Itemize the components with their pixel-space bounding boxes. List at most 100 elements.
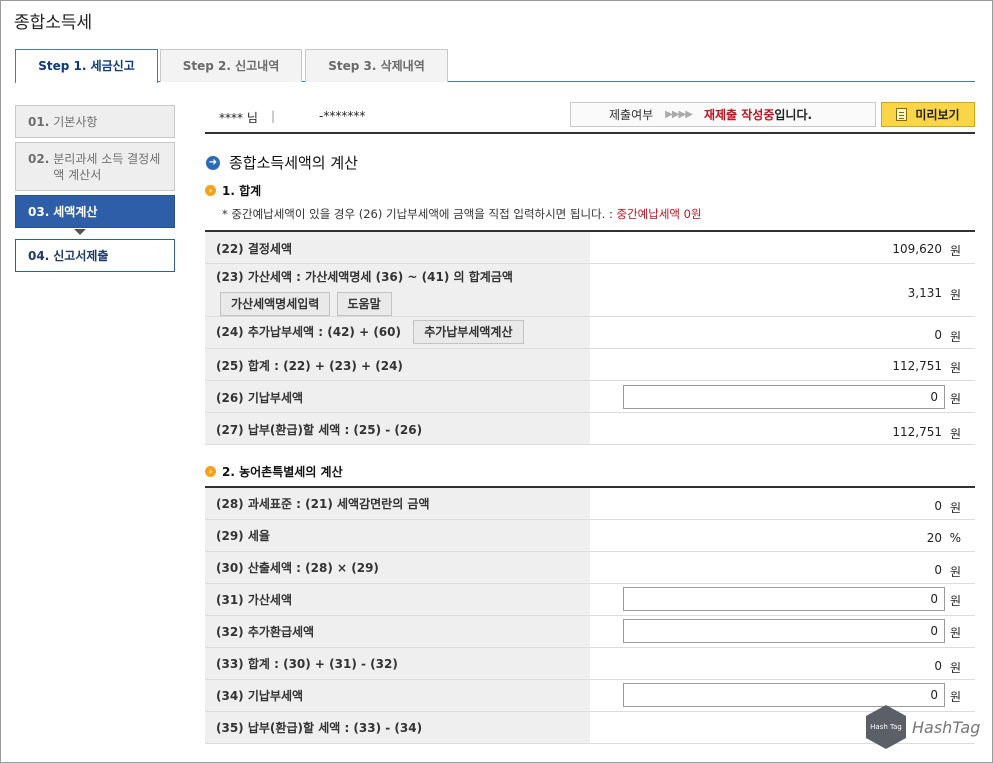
document-icon	[896, 108, 908, 121]
row-label-cell: (24) 추가납부세액 : (42) + (60) 추가납부세액계산	[205, 317, 590, 348]
user-id: -*******	[319, 109, 366, 123]
row-value-cell: 원	[590, 584, 975, 615]
row-value-cell: 20 %	[590, 520, 975, 551]
page-title: 종합소득세	[14, 13, 93, 33]
table-row: (28) 과세표준 : (21) 세액감면란의 금액 0 원	[205, 488, 975, 520]
row-value: 112,751	[892, 425, 942, 439]
row-value-cell: 109,620 원	[590, 232, 975, 263]
table-row: (25) 합계 : (22) + (23) + (24) 112,751 원	[205, 349, 975, 381]
row-value-cell: 3,131 원	[590, 264, 975, 316]
status-value: 재제출 작성중	[703, 108, 775, 122]
interim-tax-note: * 중간예납세액이 있을 경우 (26) 기납부세액에 금액을 직접 입력하시면…	[222, 206, 702, 222]
row-label: (35) 납부(환급)할 세액 : (33) - (34)	[205, 712, 590, 743]
row-unit: 원	[949, 501, 961, 515]
subsection-title-2: › 2. 농어촌특별세의 계산	[205, 463, 343, 480]
row-label: (33) 합계 : (30) + (31) - (32)	[205, 648, 590, 679]
row-label: (27) 납부(환급)할 세액 : (25) - (26)	[205, 413, 590, 444]
preview-button[interactable]: 미리보기	[881, 102, 975, 127]
sidebar-item-label: 세액계산	[53, 205, 98, 219]
row-label: (25) 합계 : (22) + (23) + (24)	[205, 349, 590, 380]
row-label-cell: (23) 가산세액 : 가산세액명세 (36) ~ (41) 의 합계금액 가산…	[205, 264, 590, 316]
watermark: Hash Tag HashTag	[866, 705, 980, 749]
hashtag-logo-icon: Hash Tag	[866, 705, 906, 749]
row-unit: 원	[949, 392, 961, 406]
sidebar-item-num: 01.	[28, 114, 50, 129]
row-value: 3,131	[907, 286, 942, 300]
sidebar-item-label: 기본사항	[53, 115, 98, 129]
row-unit: 원	[949, 626, 961, 640]
section-title: ➜ 종합소득세액의 계산	[206, 152, 358, 173]
sidebar-item-label: 분리과세 소득 결정세액 계산서	[53, 152, 161, 182]
row-unit: 원	[949, 661, 961, 675]
sidebar-item-separate-tax[interactable]: 02. 분리과세 소득 결정세액 계산서	[15, 142, 175, 191]
arrow-right-circle-icon: ➜	[206, 155, 220, 170]
row-label: (29) 세율	[205, 520, 590, 551]
row-value-cell: 112,751 원	[590, 349, 975, 380]
sidebar-item-num: 02.	[28, 152, 50, 166]
table-row: (34) 기납부세액 원	[205, 680, 975, 712]
status-label: 제출여부	[609, 108, 654, 122]
table-row: (35) 납부(환급)할 세액 : (33) - (34)	[205, 712, 975, 744]
sidebar-item-num: 03.	[28, 204, 50, 219]
row-value-cell: 112,751 원	[590, 413, 975, 444]
chevron-circle-icon: ›	[205, 185, 216, 196]
user-separator: |	[271, 109, 276, 123]
sidebar-item-num: 04.	[28, 248, 50, 263]
table-row: (29) 세율 20 %	[205, 520, 975, 552]
sidebar-item-basic[interactable]: 01. 기본사항	[15, 105, 175, 138]
row-unit: 원	[949, 690, 961, 704]
row-unit: 원	[949, 244, 961, 258]
row-value: 0	[934, 328, 942, 342]
user-status-bar: **** 님 | -******* 제출여부 ▶▶▶▶ 재제출 작성중 입니다.…	[205, 100, 975, 134]
preview-label: 미리보기	[915, 108, 960, 122]
row-value-cell: 원	[590, 616, 975, 647]
section-title-text: 종합소득세액의 계산	[229, 154, 358, 172]
current-step-arrow-icon	[74, 229, 86, 235]
row-unit: 원	[949, 288, 961, 302]
watermark-text: HashTag	[912, 717, 981, 737]
sidebar-item-tax-calc[interactable]: 03. 세액계산	[15, 195, 175, 228]
row-value-cell: 0 원	[590, 552, 975, 583]
row-value: 0	[934, 659, 942, 673]
row-value: 0	[934, 563, 942, 577]
row-value: 20	[926, 531, 942, 545]
prepaid-tax-input[interactable]	[623, 385, 945, 409]
row-value-cell: 0 원	[590, 317, 975, 348]
tab-step2[interactable]: Step 2. 신고내역	[160, 49, 302, 82]
table-row: (27) 납부(환급)할 세액 : (25) - (26) 112,751 원	[205, 413, 975, 445]
tax-calc-table: (22) 결정세액 109,620 원 (23) 가산세액 : 가산세액명세 (…	[205, 230, 975, 445]
row-label: (23) 가산세액 : 가산세액명세 (36) ~ (41) 의 합계금액	[216, 270, 513, 284]
additional-tax-calc-button[interactable]: 추가납부세액계산	[413, 320, 524, 344]
submission-status: 제출여부 ▶▶▶▶ 재제출 작성중 입니다.	[570, 102, 876, 127]
row-value: 112,751	[892, 359, 942, 373]
row-value-cell: 원	[590, 381, 975, 412]
row-unit: %	[949, 531, 961, 545]
row-unit: 원	[949, 427, 961, 441]
row-value-cell: 0 원	[590, 488, 975, 519]
subsection-title-text: 2. 농어촌특별세의 계산	[222, 465, 343, 479]
row-unit: 원	[949, 565, 961, 579]
sidebar-item-submit[interactable]: 04. 신고서제출	[15, 239, 175, 272]
prepaid-rural-tax-input[interactable]	[623, 683, 945, 707]
row-value: 109,620	[892, 242, 942, 256]
help-button[interactable]: 도움말	[336, 292, 392, 316]
row-label: (31) 가산세액	[205, 584, 590, 615]
row-label: (34) 기납부세액	[205, 680, 590, 711]
tab-step3[interactable]: Step 3. 삭제내역	[305, 49, 448, 82]
table-row: (32) 추가환급세액 원	[205, 616, 975, 648]
table-row: (23) 가산세액 : 가산세액명세 (36) ~ (41) 의 합계금액 가산…	[205, 264, 975, 317]
surcharge-detail-button[interactable]: 가산세액명세입력	[220, 292, 331, 316]
additional-refund-input[interactable]	[623, 619, 945, 643]
subsection-title-1: › 1. 합계	[205, 182, 261, 199]
status-arrows-icon: ▶▶▶▶	[665, 109, 693, 120]
table-row: (24) 추가납부세액 : (42) + (60) 추가납부세액계산 0 원	[205, 317, 975, 349]
table-row: (31) 가산세액 원	[205, 584, 975, 616]
note-value: 중간예납세액 0원	[616, 207, 702, 221]
row-label: (24) 추가납부세액 : (42) + (60)	[216, 325, 401, 339]
tab-step1[interactable]: Step 1. 세금신고	[15, 49, 158, 83]
step-tabs: Step 1. 세금신고 Step 2. 신고내역 Step 3. 삭제내역	[15, 49, 975, 83]
row-buttons: 가산세액명세입력 도움말	[220, 292, 590, 316]
row-value: 0	[934, 499, 942, 513]
surcharge-input[interactable]	[623, 587, 945, 611]
note-text: * 중간예납세액이 있을 경우 (26) 기납부세액에 금액을 직접 입력하시면…	[222, 207, 617, 221]
